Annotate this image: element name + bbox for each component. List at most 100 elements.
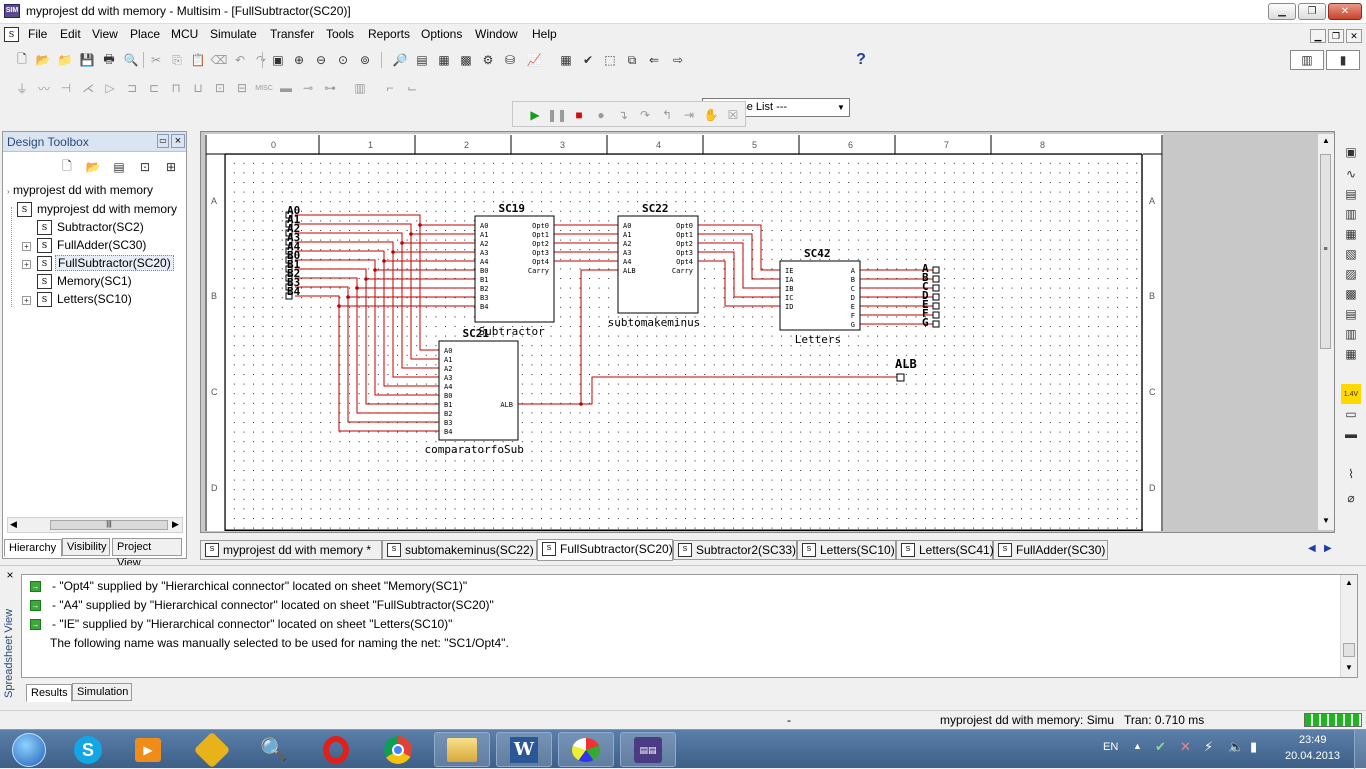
bus-icon[interactable]: ⌙ (402, 78, 422, 98)
scroll-up-icon[interactable]: ▲ (1345, 578, 1353, 587)
copy-icon[interactable]: ⎘ (167, 50, 187, 70)
source-component-icon[interactable]: ⏚ (12, 78, 32, 98)
basic-component-icon[interactable]: 〰 (34, 78, 54, 98)
paste-icon[interactable]: 📋 (188, 50, 208, 70)
scroll-thumb[interactable]: ||| (50, 520, 168, 530)
database-icon[interactable]: ⛁ (500, 50, 520, 70)
ttl-component-icon[interactable]: ⊐ (122, 78, 142, 98)
print-icon[interactable]: 🖶 (99, 50, 119, 70)
mcu-component-icon[interactable]: ▥ (350, 78, 370, 98)
tree-item-letters[interactable]: Letters(SC10) (57, 292, 132, 306)
transfer-icon[interactable]: ⇨ (668, 50, 688, 70)
scroll-thumb[interactable] (1343, 643, 1355, 657)
transistor-component-icon[interactable]: ⋌ (78, 78, 98, 98)
logic-converter-icon[interactable]: ▤ (1341, 304, 1361, 324)
sheet-tab-fullsubtractor[interactable]: S FullSubtractor(SC20) (537, 539, 673, 561)
tray-signal-icon[interactable]: ▮ (1250, 739, 1257, 755)
cut-icon[interactable]: ✂ (146, 50, 166, 70)
output-vscrollbar[interactable]: ▲ ▼ (1340, 575, 1357, 677)
advanced-peripherals-icon[interactable]: ▬ (276, 78, 296, 98)
clock-time[interactable]: 23:49 (1299, 734, 1327, 746)
analog-component-icon[interactable]: ▷ (100, 78, 120, 98)
grapher-icon[interactable]: 📈 (524, 50, 544, 70)
new-file-icon[interactable]: 🗋 (12, 50, 32, 70)
toolbox-hscrollbar[interactable]: ◀ ||| ▶ (7, 517, 183, 533)
zoom-area-icon[interactable]: ⊙ (333, 50, 353, 70)
four-channel-scope-icon[interactable]: ▦ (1341, 224, 1361, 244)
tree-item-fulladder[interactable]: FullAdder(SC30) (57, 238, 146, 252)
function-generator-icon[interactable]: ∿ (1341, 164, 1361, 184)
mixed-component-icon[interactable]: ⊔ (188, 78, 208, 98)
tray-expand-icon[interactable]: ▲ (1133, 741, 1142, 751)
pause-at-next-icon[interactable]: ● (591, 105, 611, 125)
menu-file[interactable]: File (28, 27, 47, 41)
bode-plotter-icon[interactable]: ▧ (1341, 244, 1361, 264)
tray-volume-icon[interactable]: 🔈 (1228, 739, 1244, 755)
tree-item-memory[interactable]: Memory(SC1) (57, 274, 132, 288)
spreadsheet-close-button[interactable]: × (4, 569, 16, 581)
cmos-component-icon[interactable]: ⊏ (144, 78, 164, 98)
menu-place[interactable]: Place (130, 27, 160, 41)
erc-icon[interactable]: ✔ (578, 50, 598, 70)
virtual-instrument-icon[interactable]: ▥ (1290, 50, 1324, 70)
electromechanical-icon[interactable]: ⊶ (320, 78, 340, 98)
misc-digital-component-icon[interactable]: ⊓ (166, 78, 186, 98)
tree-item-subtractor[interactable]: Subtractor(SC2) (57, 220, 144, 234)
menu-edit[interactable]: Edit (60, 27, 81, 41)
back-annotate-icon[interactable]: ⧉ (622, 50, 642, 70)
hierarchical-block-icon[interactable]: ⌐ (380, 78, 400, 98)
workspace-vscrollbar[interactable]: ▲ ≡ ▼ (1318, 134, 1334, 530)
scroll-down-icon[interactable]: ▼ (1322, 516, 1330, 525)
sheet-tab-letters-sc41[interactable]: S Letters(SC41) (896, 540, 994, 560)
tab-results[interactable]: Results (26, 684, 72, 702)
power-tool-icon[interactable] (186, 731, 238, 768)
delete-icon[interactable]: ⌫ (209, 50, 229, 70)
tab-visibility[interactable]: Visibility (62, 538, 110, 556)
postprocessor-icon[interactable]: ▦ (556, 50, 576, 70)
tab-project-view[interactable]: Project View (112, 538, 182, 569)
step-over-icon[interactable]: ↷ (635, 105, 655, 125)
file-explorer-icon[interactable] (434, 732, 490, 767)
open-folder-icon[interactable]: 📂 (33, 50, 53, 70)
multisim-icon[interactable]: ▤▤ (620, 732, 676, 767)
labview-icon[interactable]: ⌇ (1341, 464, 1361, 484)
tab-hierarchy[interactable]: Hierarchy (4, 539, 62, 557)
language-indicator[interactable]: EN (1103, 741, 1118, 753)
menu-simulate[interactable]: Simulate (210, 27, 257, 41)
scroll-up-icon[interactable]: ▲ (1322, 136, 1330, 145)
misc-component-icon[interactable]: MISC (254, 78, 274, 98)
scroll-left-icon[interactable]: ◀ (10, 519, 17, 530)
tab-scroll-left-icon[interactable]: ◀ (1308, 543, 1316, 554)
select-box-icon[interactable]: ⬚ (600, 50, 620, 70)
voltage-probe-icon[interactable]: 1.4V (1341, 384, 1361, 404)
word-generator-icon[interactable]: ▩ (1341, 284, 1361, 304)
toolbox-dock-button[interactable]: ▭ (157, 134, 169, 148)
diode-component-icon[interactable]: ⊣ (56, 78, 76, 98)
stop-icon[interactable]: ■ (569, 105, 589, 125)
mdi-minimize-button[interactable]: ▁ (1310, 29, 1326, 43)
remove-breakpoints-icon[interactable]: ☒ (723, 105, 743, 125)
zoom-in-icon[interactable]: ⊕ (289, 50, 309, 70)
menu-view[interactable]: View (92, 27, 118, 41)
save-icon[interactable]: 💾 (77, 50, 97, 70)
start-orb-icon[interactable] (0, 732, 58, 767)
search-icon[interactable]: 🔎 (390, 50, 410, 70)
spreadsheet-view-icon[interactable]: ▦ (434, 50, 454, 70)
tab-simulation[interactable]: Simulation (72, 683, 132, 701)
toggle-fullscreen-icon[interactable]: ▣ (268, 50, 288, 70)
power-component-icon[interactable]: ⊟ (232, 78, 252, 98)
current-probe-icon[interactable]: ⌀ (1341, 488, 1361, 508)
hb-sheet-icon[interactable]: ▤ (109, 157, 129, 177)
restore-button[interactable]: ❐ (1298, 3, 1326, 20)
print-preview-icon[interactable]: 🔍 (121, 50, 141, 70)
zoom-out-icon[interactable]: ⊖ (311, 50, 331, 70)
sheet-tab-letters-sc10[interactable]: S Letters(SC10) (797, 540, 896, 560)
search-magnifier-icon[interactable]: 🔍 (248, 732, 300, 767)
toolbox-toggle-icon[interactable]: ▤ (412, 50, 432, 70)
sheet-tab-subtomakeminus[interactable]: Ssubtomakeminus(SC22) (382, 540, 537, 560)
agilent-icon[interactable]: ▭ (1341, 404, 1361, 424)
step-into-icon[interactable]: ↴ (613, 105, 633, 125)
document-icon[interactable]: S (4, 27, 19, 42)
toggle-breakpoint-icon[interactable]: ✋ (701, 105, 721, 125)
logic-analyzer-icon[interactable]: ▥ (1341, 324, 1361, 344)
